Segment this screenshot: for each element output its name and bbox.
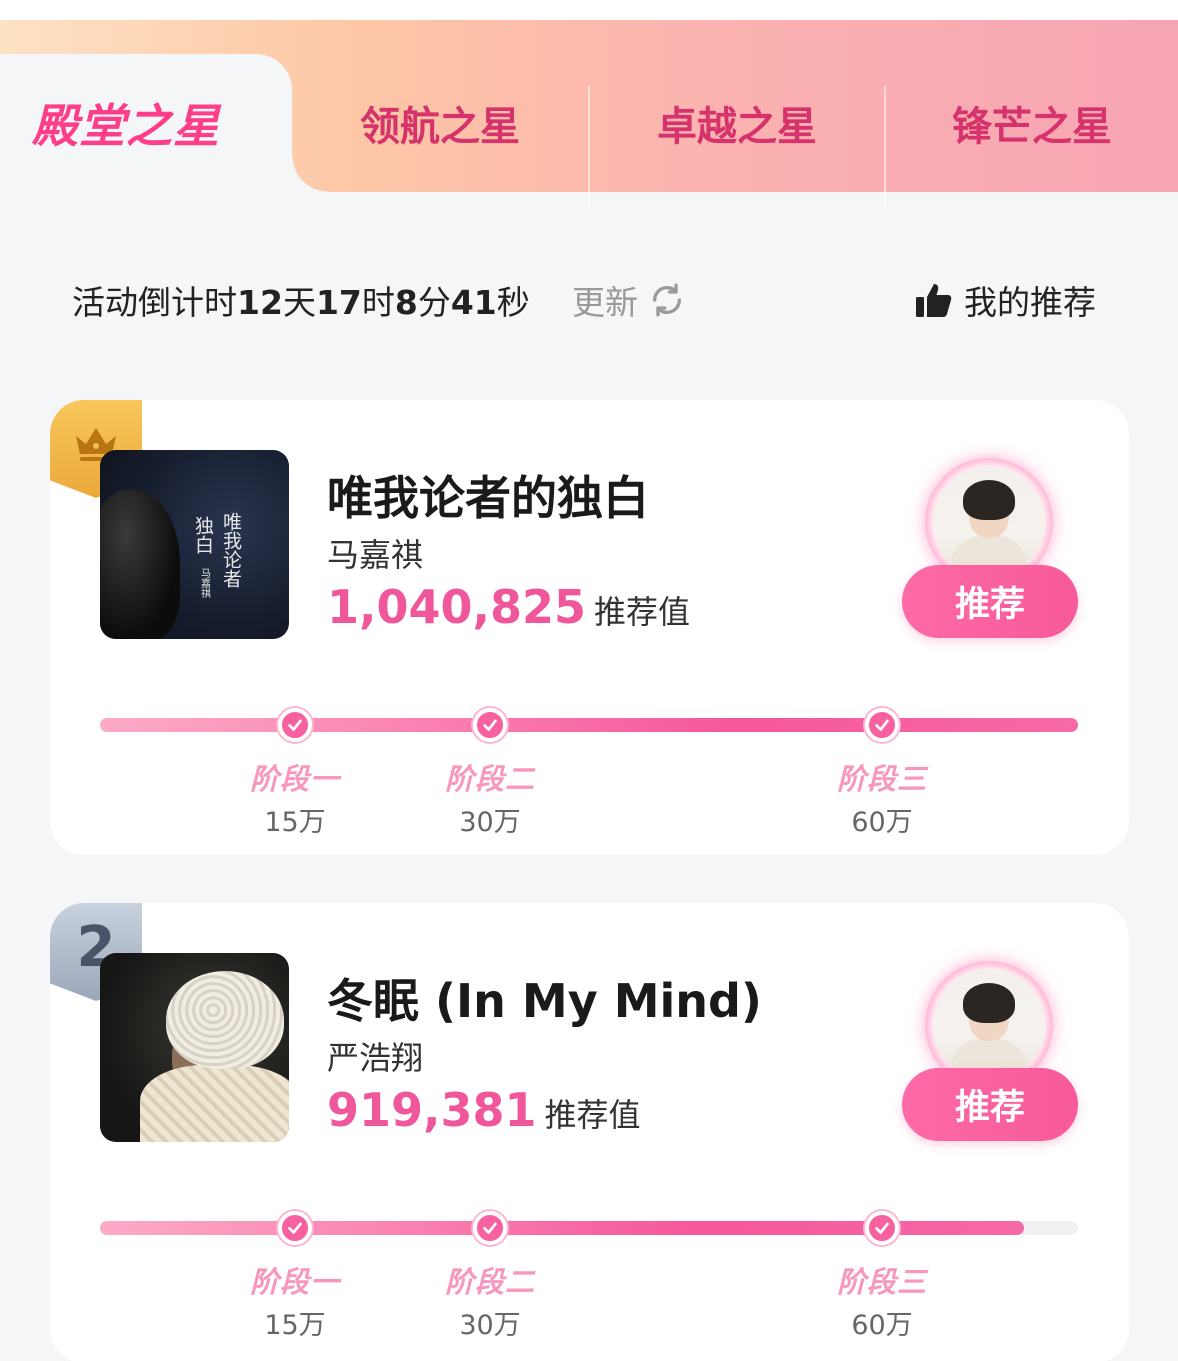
check-icon [278,708,312,742]
check-icon [473,1211,507,1245]
song-title: 唯我论者的独白 [327,471,649,525]
tab-navigator-star[interactable]: 领航之星 [292,54,588,192]
refresh-label: 更新 [572,283,638,322]
countdown-days-unit: 天 [282,283,316,322]
check-icon [865,1211,899,1245]
song-title: 冬眠 (In My Mind) [327,974,762,1028]
countdown-days: 12 [237,283,283,322]
milestone-label: 阶段二 [444,762,535,796]
cover-artwork [100,490,180,639]
score-unit: 推荐值 [594,593,691,631]
album-cover[interactable] [100,953,289,1142]
thumbs-up-icon [916,284,952,317]
check-icon [473,708,507,742]
countdown-hours: 17 [315,283,362,322]
milestone-progress: 阶段一 15万 阶段二 30万 阶段三 60万 [100,1211,1078,1341]
countdown-minutes: 8 [394,283,418,322]
milestone-amount: 30万 [459,1310,521,1341]
score-value: 1,040,825 [327,580,586,634]
countdown-prefix: 活动倒计时 [72,283,237,322]
milestone-1: 阶段一 15万 [235,708,355,839]
tab-hall-of-fame-star[interactable]: 殿堂之星 [0,54,328,192]
milestone-amount: 15万 [264,1310,326,1341]
refresh-button[interactable]: 更新 [572,276,686,324]
avatar [933,466,1045,578]
artist-name: 马嘉祺 [327,536,424,574]
avatar [933,969,1045,1081]
check-icon [865,708,899,742]
tab-sharp-edge-star[interactable]: 锋芒之星 [886,54,1178,192]
countdown-minutes-unit: 分 [417,283,451,322]
score-value: 919,381 [327,1083,537,1137]
milestone-amount: 15万 [264,807,326,838]
countdown-text: 活动倒计时12天17时8分41秒 [72,276,530,324]
artist-name: 严浩翔 [327,1039,424,1077]
tab-excellence-star[interactable]: 卓越之星 [590,54,884,192]
milestone-2: 阶段二 30万 [430,708,550,839]
milestone-amount: 30万 [459,807,521,838]
score-unit: 推荐值 [544,1096,641,1134]
ranking-card: 唯我论者 独白 马嘉祺 唯我论者的独白 马嘉祺 1,040,825 推荐值 推荐… [50,400,1129,855]
score: 1,040,825 推荐值 [327,580,690,634]
countdown-seconds-unit: 秒 [496,283,530,322]
cover-artist-text: 马嘉祺 [198,568,210,598]
info-row: 活动倒计时12天17时8分41秒 更新 我的推荐 [0,270,1178,326]
milestone-3: 阶段三 60万 [822,1211,942,1342]
my-recommendations-button[interactable]: 我的推荐 [914,276,1096,324]
my-recommendations-label: 我的推荐 [964,283,1096,322]
cover-subtitle-text: 独白 [191,516,214,554]
status-bar-area [0,0,1178,20]
refresh-icon [652,283,682,317]
milestone-amount: 60万 [851,807,913,838]
check-icon [278,1211,312,1245]
category-tabs: 殿堂之星 领航之星 卓越之星 锋芒之星 [0,20,1178,212]
milestone-2: 阶段二 30万 [430,1211,550,1342]
milestone-3: 阶段三 60万 [822,708,942,839]
milestone-amount: 60万 [851,1310,913,1341]
countdown-seconds: 41 [450,283,497,322]
milestone-1: 阶段一 15万 [235,1211,355,1342]
ranking-card: 2 冬眠 (In My Mind) 严浩翔 919,381 推荐值 推荐 阶段一… [50,903,1129,1361]
recommend-button[interactable]: 推荐 [902,565,1078,638]
milestone-label: 阶段三 [836,1265,927,1299]
milestone-label: 阶段一 [249,762,340,796]
milestone-label: 阶段二 [444,1265,535,1299]
milestone-label: 阶段一 [249,1265,340,1299]
cover-title-text: 唯我论者 [219,512,242,588]
score: 919,381 推荐值 [327,1083,641,1137]
recommend-button[interactable]: 推荐 [902,1068,1078,1141]
album-cover[interactable]: 唯我论者 独白 马嘉祺 [100,450,289,639]
countdown-hours-unit: 时 [361,283,395,322]
milestone-progress: 阶段一 15万 阶段二 30万 阶段三 60万 [100,708,1078,838]
milestone-label: 阶段三 [836,762,927,796]
